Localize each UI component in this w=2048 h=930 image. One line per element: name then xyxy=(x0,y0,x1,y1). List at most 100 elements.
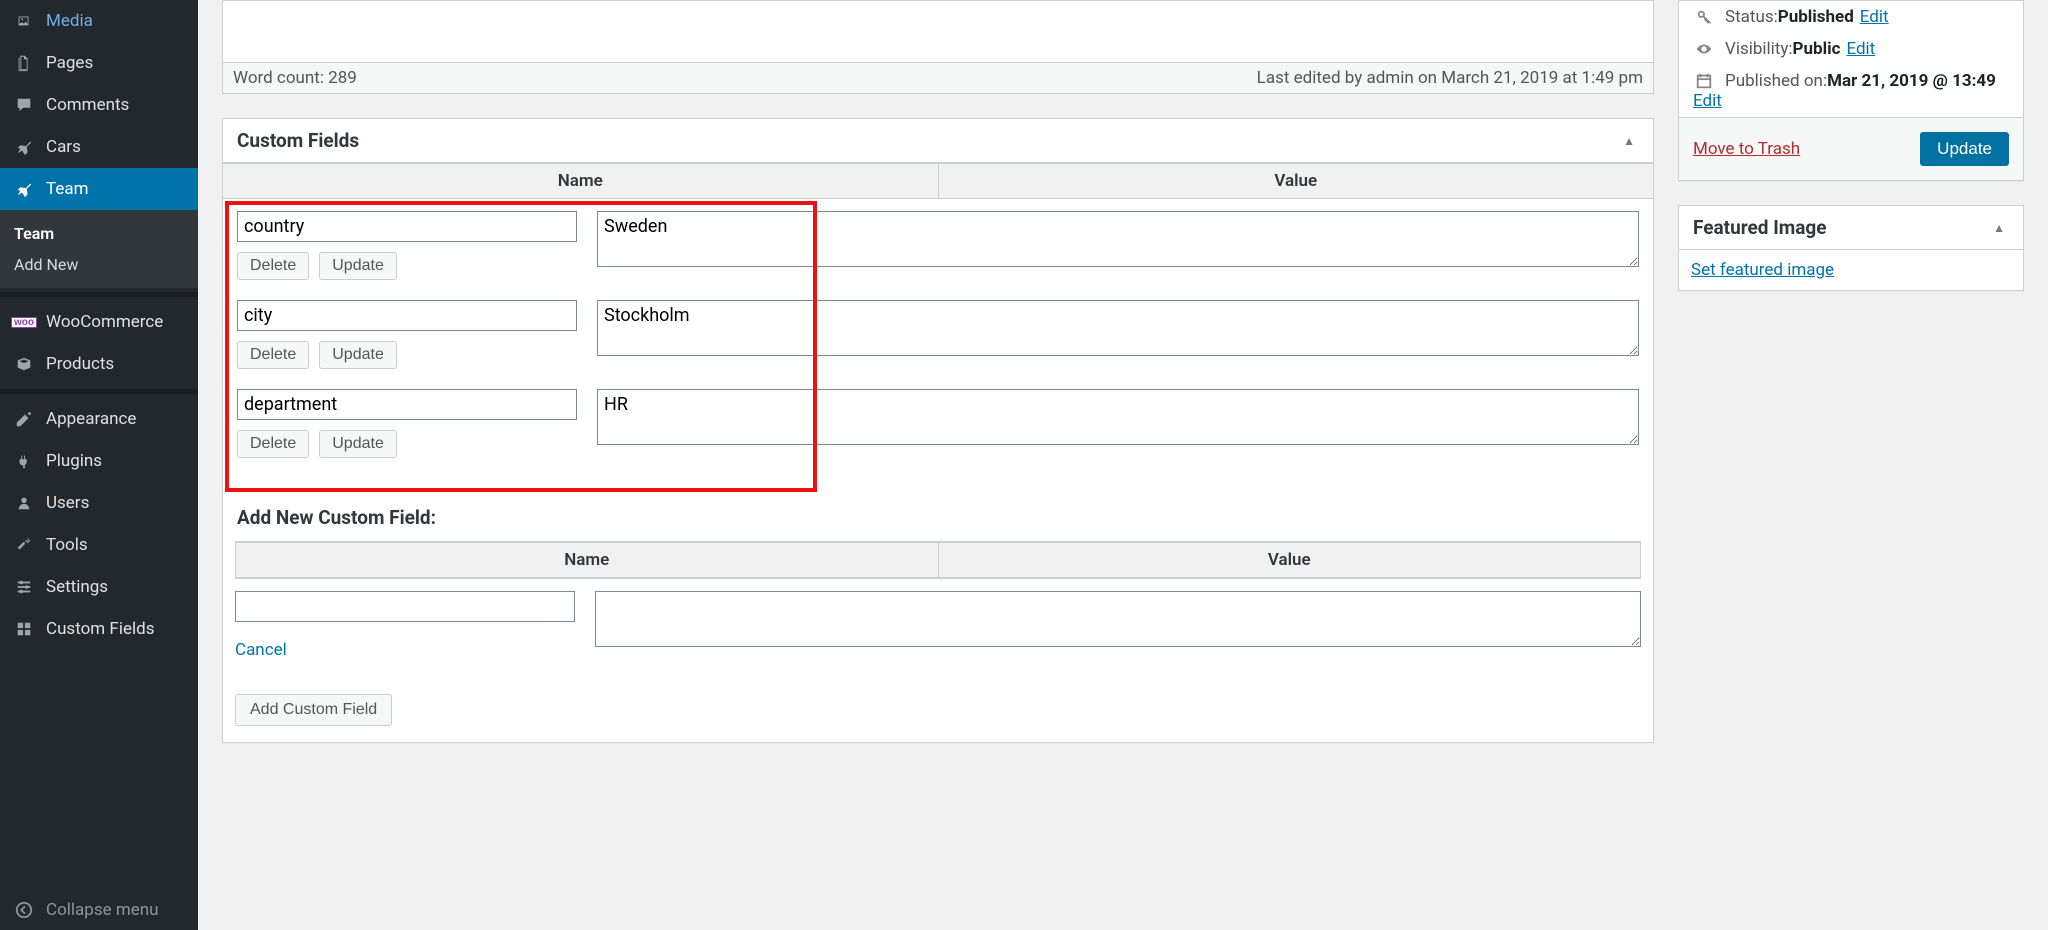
nav-media[interactable]: Media xyxy=(0,0,198,42)
nav-label: Cars xyxy=(46,137,81,157)
main-content: Word count: 289 Last edited by admin on … xyxy=(198,0,2048,930)
nav-separator xyxy=(0,292,198,297)
cf-row: Delete Update HR xyxy=(237,389,1639,458)
appearance-icon xyxy=(12,410,36,428)
nav-custom-fields[interactable]: Custom Fields xyxy=(0,608,198,650)
col-value-header: Value xyxy=(938,163,1654,199)
settings-icon xyxy=(12,578,36,596)
toggle-panel-icon[interactable]: ▲ xyxy=(1989,217,2009,239)
update-button[interactable]: Update xyxy=(319,252,397,280)
status-row: Status: Published Edit xyxy=(1679,1,2023,33)
edit-status-link[interactable]: Edit xyxy=(1860,7,1889,27)
cf-header-row: Name Value xyxy=(223,163,1653,199)
nav-label: Pages xyxy=(46,53,93,73)
nav-cars[interactable]: Cars xyxy=(0,126,198,168)
nav-label: Products xyxy=(46,354,114,374)
cf-name-input[interactable] xyxy=(237,211,577,242)
comments-icon xyxy=(12,96,36,114)
published-value: Mar 21, 2019 @ 13:49 xyxy=(1827,71,1996,91)
move-to-trash-link[interactable]: Move to Trash xyxy=(1693,139,1800,159)
eye-icon xyxy=(1693,40,1715,58)
custom-fields-panel: Custom Fields ▲ Name Value Delete Update xyxy=(222,118,1654,743)
nav-label: Users xyxy=(46,493,89,513)
nav-comments[interactable]: Comments xyxy=(0,84,198,126)
cf-value-input[interactable]: Stockholm xyxy=(597,300,1639,356)
nav-woocommerce[interactable]: woo WooCommerce xyxy=(0,301,198,343)
subnav-add-new[interactable]: Add New xyxy=(0,249,198,280)
set-featured-image-link[interactable]: Set featured image xyxy=(1691,260,1834,280)
left-column: Word count: 289 Last edited by admin on … xyxy=(222,0,1654,906)
update-button[interactable]: Update xyxy=(319,341,397,369)
pages-icon xyxy=(12,54,36,72)
pin-icon xyxy=(12,180,36,198)
nav-label: Comments xyxy=(46,95,129,115)
nav-users[interactable]: Users xyxy=(0,482,198,524)
tools-icon xyxy=(12,536,36,554)
woocommerce-icon: woo xyxy=(12,317,36,328)
edit-published-link[interactable]: Edit xyxy=(1693,91,2009,111)
last-edited: Last edited by admin on March 21, 2019 a… xyxy=(1257,68,1643,88)
nav-appearance[interactable]: Appearance xyxy=(0,398,198,440)
panel-header: Featured Image ▲ xyxy=(1679,206,2023,250)
visibility-row: Visibility: Public Edit xyxy=(1679,33,2023,65)
publish-box: Status: Published Edit Visibility: Publi… xyxy=(1678,0,2024,181)
cf-name-input[interactable] xyxy=(237,389,577,420)
cf-row: Delete Update Sweden xyxy=(237,211,1639,280)
collapse-icon xyxy=(12,901,36,919)
nav-label: Custom Fields xyxy=(46,619,154,639)
publish-footer: Move to Trash Update xyxy=(1679,117,2023,180)
toggle-panel-icon[interactable]: ▲ xyxy=(1619,130,1639,152)
products-icon xyxy=(12,355,36,373)
status-label: Status: xyxy=(1725,7,1778,27)
new-cf-name-input[interactable] xyxy=(235,591,575,622)
cancel-link[interactable]: Cancel xyxy=(235,632,575,674)
collapse-label: Collapse menu xyxy=(46,900,159,920)
pin-icon xyxy=(12,138,36,156)
update-post-button[interactable]: Update xyxy=(1920,132,2009,166)
add-new-cf-block: Name Value Cancel Add Custom Field xyxy=(223,541,1653,742)
nav-team[interactable]: Team xyxy=(0,168,198,210)
status-value: Published xyxy=(1778,7,1854,27)
editor-area[interactable] xyxy=(222,0,1654,62)
users-icon xyxy=(12,494,36,512)
cf-name-input[interactable] xyxy=(237,300,577,331)
plugins-icon xyxy=(12,452,36,470)
published-row: Published on: Mar 21, 2019 @ 13:49 Edit xyxy=(1679,65,2023,117)
nav-plugins[interactable]: Plugins xyxy=(0,440,198,482)
panel-title: Custom Fields xyxy=(237,129,359,152)
media-icon xyxy=(12,12,36,30)
visibility-value: Public xyxy=(1793,39,1841,59)
cf-value-input[interactable]: Sweden xyxy=(597,211,1639,267)
delete-button[interactable]: Delete xyxy=(237,252,309,280)
subnav-team[interactable]: Team xyxy=(0,218,198,249)
featured-image-panel: Featured Image ▲ Set featured image xyxy=(1678,205,2024,291)
add-custom-field-button[interactable]: Add Custom Field xyxy=(235,694,392,726)
nav-tools[interactable]: Tools xyxy=(0,524,198,566)
word-count: Word count: 289 xyxy=(233,68,357,88)
col-name-header: Name xyxy=(223,163,938,199)
edit-visibility-link[interactable]: Edit xyxy=(1846,39,1875,59)
admin-sidebar: Media Pages Comments Cars Team Team Add … xyxy=(0,0,198,930)
update-button[interactable]: Update xyxy=(319,430,397,458)
nav-label: Settings xyxy=(46,577,108,597)
cf-row: Delete Update Stockholm xyxy=(237,300,1639,369)
nav-label: Media xyxy=(46,11,93,31)
delete-button[interactable]: Delete xyxy=(237,341,309,369)
nav-separator xyxy=(0,389,198,394)
nav-settings[interactable]: Settings xyxy=(0,566,198,608)
collapse-menu[interactable]: Collapse menu xyxy=(0,890,198,930)
key-icon xyxy=(1693,8,1715,26)
nav-products[interactable]: Products xyxy=(0,343,198,385)
nav-label: WooCommerce xyxy=(46,312,163,332)
cf-value-input[interactable]: HR xyxy=(597,389,1639,445)
new-cf-value-input[interactable] xyxy=(595,591,1641,647)
nav-label: Appearance xyxy=(46,409,136,429)
nav-team-submenu: Team Add New xyxy=(0,210,198,288)
delete-button[interactable]: Delete xyxy=(237,430,309,458)
nav-label: Plugins xyxy=(46,451,102,471)
nav-pages[interactable]: Pages xyxy=(0,42,198,84)
add-col-name-header: Name xyxy=(236,542,938,578)
nav-label: Tools xyxy=(46,535,88,555)
right-column: Status: Published Edit Visibility: Publi… xyxy=(1678,0,2024,906)
calendar-icon xyxy=(1693,72,1715,90)
